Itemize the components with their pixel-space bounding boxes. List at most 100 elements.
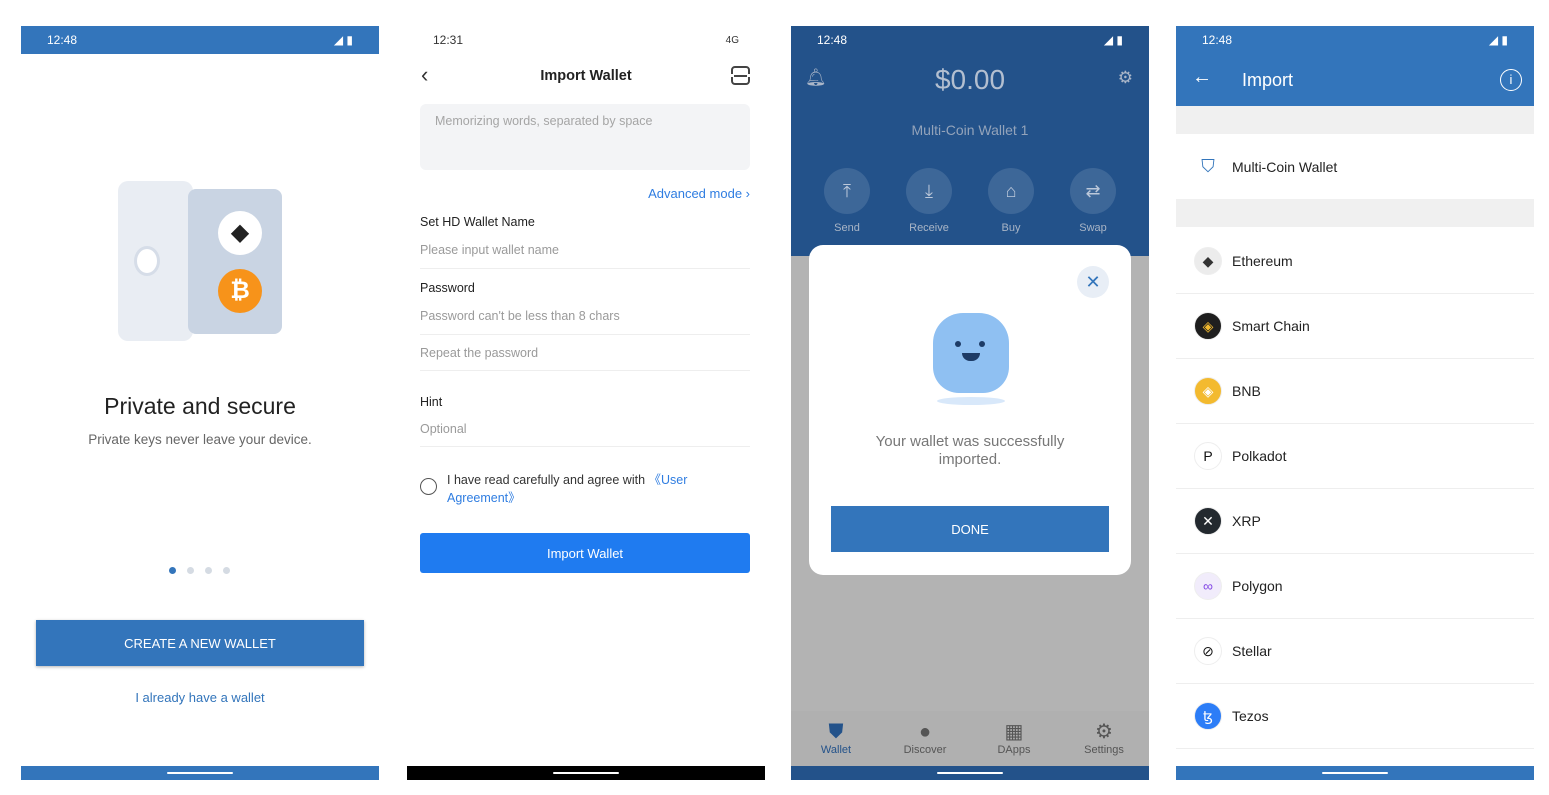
divider [420, 370, 750, 371]
import-wallet-button[interactable]: Import Wallet [420, 533, 750, 573]
coin-icon: ⊘ [1194, 637, 1222, 665]
page-indicator [169, 567, 230, 574]
tab-label: Wallet [820, 744, 852, 756]
coin-icon: ∞ [1194, 572, 1222, 600]
coin-row[interactable]: ◆ Ethereum [1176, 229, 1534, 294]
nav-handle-bar [791, 766, 1149, 780]
receive-button[interactable]: ⤓ [906, 168, 952, 214]
mascot-illustration [933, 313, 1009, 393]
tab-label: Settings [1084, 744, 1124, 756]
send-button[interactable]: ⤒ [824, 168, 870, 214]
wallet-name-input[interactable]: Please input wallet name [420, 243, 559, 257]
advanced-mode-link[interactable]: Advanced mode › [648, 186, 750, 201]
swap-label: Swap [1079, 222, 1107, 234]
agree-text: I have read carefully and agree with [447, 473, 649, 487]
wallet-home-screen: 12:48 ◢ ▮ 🔔︎ $0.00 ⚙︎ Multi-Coin Wallet 1… [791, 26, 1149, 780]
coin-icon: ◆ [1194, 247, 1222, 275]
send-label: Send [834, 222, 860, 234]
filter-icon[interactable]: ⚙︎ [1118, 68, 1133, 88]
page-dot [205, 567, 212, 574]
section-spacer [1176, 199, 1534, 227]
coin-name: Ethereum [1232, 253, 1293, 269]
swap-icon: ⇄ [1085, 180, 1101, 201]
shield-icon: ⛉ [1201, 156, 1215, 176]
page-dot [187, 567, 194, 574]
coin-row[interactable]: P Polkadot [1176, 424, 1534, 489]
tab-dapps[interactable]: ▦ DApps [979, 720, 1049, 756]
bitcoin-icon: ₿ [218, 269, 262, 313]
create-wallet-button[interactable]: CREATE A NEW WALLET [36, 620, 364, 666]
close-icon[interactable]: ✕ [1077, 266, 1109, 298]
coin-name: Multi-Coin Wallet [1232, 158, 1338, 175]
coin-row[interactable]: ⊘ Stellar [1176, 619, 1534, 684]
success-modal: ✕ Your wallet was successfully imported.… [809, 245, 1131, 575]
coin-icon: ✕ [1194, 507, 1222, 535]
compass-icon: ● [918, 721, 932, 743]
receive-icon: ⤓ [925, 180, 933, 201]
coin-icon: ◈ [1194, 377, 1222, 405]
advanced-mode-label: Advanced mode [648, 186, 743, 201]
tab-discover[interactable]: ● Discover [890, 720, 960, 756]
coin-row[interactable]: ✕ XRP [1176, 489, 1534, 554]
status-bar: 12:48 ◢ ▮ [1202, 33, 1508, 47]
repeat-password-input[interactable]: Repeat the password [420, 346, 538, 360]
divider [420, 334, 750, 335]
coin-row[interactable]: ∞ Polygon [1176, 554, 1534, 619]
info-icon[interactable]: i [1500, 69, 1522, 91]
ethereum-icon: ◆ [218, 211, 262, 255]
send-icon: ⤒ [843, 180, 851, 201]
nav-handle-bar [1176, 766, 1534, 780]
coin-name: Polygon [1232, 578, 1283, 594]
coin-icon: ◈ [1194, 312, 1222, 340]
success-message: Your wallet was successfully imported. [875, 433, 1065, 468]
done-button[interactable]: DONE [831, 506, 1109, 552]
coin-icon: ꜩ [1194, 702, 1222, 730]
back-arrow-icon[interactable]: ← [1192, 66, 1212, 89]
agreement-text: I have read carefully and agree with 《Us… [447, 471, 717, 507]
multi-coin-wallet-row[interactable]: ⛉ Multi-Coin Wallet [1176, 134, 1534, 199]
hint-input[interactable]: Optional [420, 422, 467, 436]
already-have-wallet-link[interactable]: I already have a wallet [21, 690, 379, 705]
status-time: 12:48 [47, 33, 78, 47]
coin-row[interactable]: ◈ Smart Chain [1176, 294, 1534, 359]
buy-label: Buy [1001, 222, 1021, 234]
wallet-name: Multi-Coin Wallet 1 [911, 122, 1029, 138]
grid-icon: ▦ [1004, 721, 1024, 743]
coin-row[interactable]: ꜩ Tezos [1176, 684, 1534, 749]
tab-settings[interactable]: ⚙ Settings [1069, 720, 1139, 756]
tab-label: DApps [997, 744, 1031, 756]
coin-icon: P [1194, 442, 1222, 470]
password-input[interactable]: Password can't be less than 8 chars [420, 309, 620, 323]
status-time: 12:48 [1202, 33, 1233, 47]
agree-checkbox[interactable] [420, 478, 437, 495]
tag-icon: ⌂ [1005, 180, 1017, 201]
wallet-name-label: Set HD Wallet Name [420, 215, 535, 229]
onboarding-screen: 12:48 ◢ ▮ ◆ ₿ Private and secure Private… [21, 26, 379, 780]
coin-name: XRP [1232, 513, 1261, 529]
shield-icon: ⛊ [828, 721, 844, 743]
status-bar: 12:48 ◢ ▮ [21, 26, 379, 54]
section-spacer [1176, 106, 1534, 134]
tab-wallet[interactable]: ⛊ Wallet [801, 720, 871, 756]
swap-button[interactable]: ⇄ [1070, 168, 1116, 214]
page-dot [223, 567, 230, 574]
import-wallet-form-screen: 12:31 4G ‹ Import Wallet Memorizing word… [407, 26, 765, 780]
hint-label: Hint [420, 395, 443, 409]
page-dot-active [169, 567, 176, 574]
coin-name: Stellar [1232, 643, 1272, 659]
buy-button[interactable]: ⌂ [988, 168, 1034, 214]
scan-icon[interactable] [731, 66, 750, 85]
divider [420, 268, 750, 269]
gear-icon: ⚙ [1095, 721, 1113, 743]
phrase-input[interactable]: Memorizing words, separated by space [420, 104, 750, 170]
page-title: Private and secure [104, 393, 296, 419]
status-icons: ◢ ▮ [333, 33, 353, 47]
safe-illustration: ◆ ₿ [118, 181, 283, 341]
coin-name: Smart Chain [1232, 318, 1310, 334]
coin-row[interactable]: ◈ BNB [1176, 359, 1534, 424]
coin-name: Polkadot [1232, 448, 1287, 464]
coin-name: BNB [1232, 383, 1261, 399]
receive-label: Receive [909, 222, 949, 234]
network-type: 4G [725, 34, 739, 46]
page-title: Import [1242, 70, 1294, 90]
